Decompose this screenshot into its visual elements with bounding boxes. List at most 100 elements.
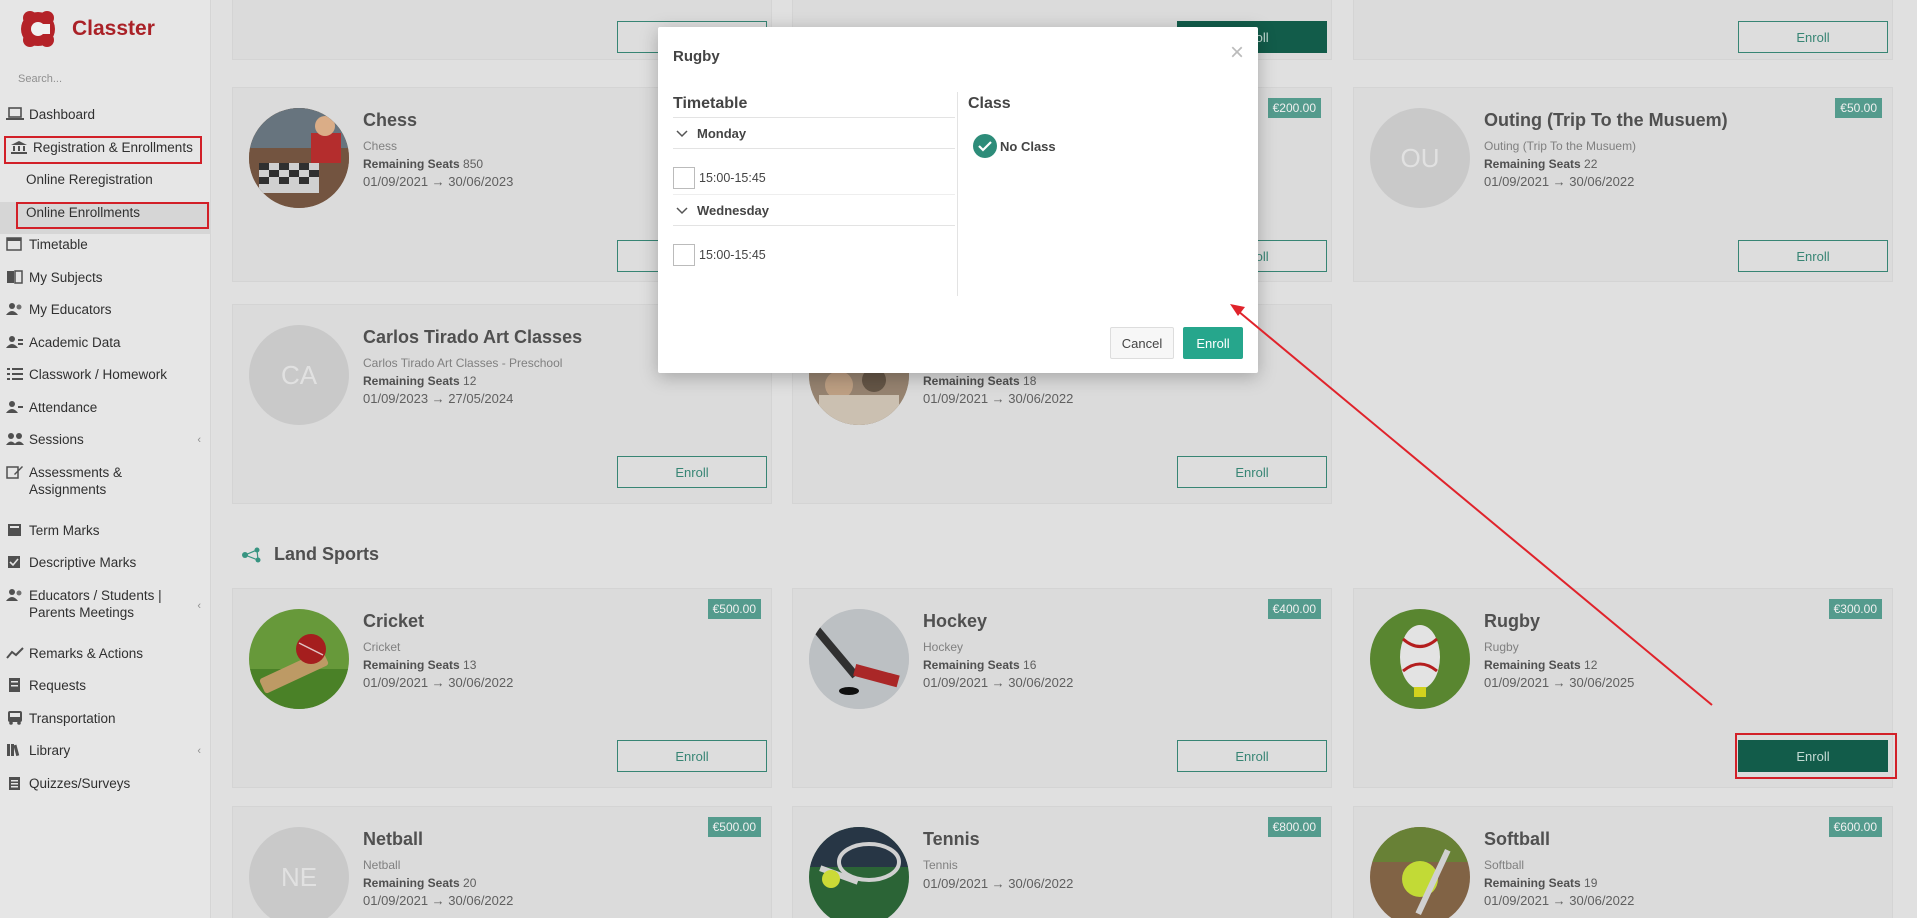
enroll-button[interactable]: Enroll: [617, 740, 767, 772]
modal-enroll-button[interactable]: Enroll: [1183, 327, 1243, 359]
enroll-button[interactable]: Enroll: [1177, 456, 1327, 488]
initials-avatar: NE: [249, 827, 349, 918]
remaining-seats: Remaining Seats 13: [363, 658, 476, 672]
remaining-seats-label: Remaining Seats: [1484, 658, 1581, 672]
course-title: Netball: [363, 829, 424, 849]
course-dates: 01/09/2021 → 30/06/2022: [363, 893, 514, 908]
course-dates: 01/09/2021 → 30/06/2022: [923, 876, 1074, 891]
sidebar: Classter Search... Dashboard Registratio…: [0, 0, 211, 918]
user-check-icon: [6, 400, 23, 413]
search-input[interactable]: Search...: [18, 73, 62, 85]
course-dates: 01/09/2023 → 27/05/2024: [363, 391, 514, 406]
enroll-button[interactable]: Enroll: [1738, 240, 1888, 272]
price-badge: €500.00: [707, 599, 761, 619]
sidebar-item-classwork[interactable]: Classwork / Homework: [0, 364, 211, 397]
laptop-icon: [6, 107, 24, 120]
highlight-registration: [4, 136, 202, 164]
rugby-image: [1370, 609, 1470, 709]
sidebar-item-sessions[interactable]: Sessions ‹: [0, 429, 211, 462]
highlight-online-enrollments: [16, 202, 209, 229]
calendar-icon: [6, 237, 22, 251]
user-card-icon: [6, 335, 23, 348]
sidebar-item-dashboard[interactable]: Dashboard: [0, 104, 211, 137]
sidebar-item-my-subjects[interactable]: My Subjects: [0, 267, 211, 300]
enroll-button[interactable]: Enroll: [1177, 740, 1327, 772]
course-dates: 01/09/2021 → 30/06/2022: [1484, 174, 1635, 189]
timeslot-label: 15:00-15:45: [699, 170, 766, 185]
price-badge: €600.00: [1828, 817, 1882, 837]
sidebar-item-quizzes[interactable]: Quizzes/Surveys: [0, 773, 211, 806]
price-badge: €500.00: [707, 817, 761, 837]
sidebar-item-descriptive-marks[interactable]: Descriptive Marks: [0, 552, 211, 585]
sidebar-item-label: Descriptive Marks: [29, 555, 137, 570]
enroll-button[interactable]: Enroll: [1738, 21, 1888, 53]
document-icon: [9, 678, 20, 692]
course-subtitle: Cricket: [363, 640, 401, 654]
day-group-wednesday[interactable]: Wednesday: [673, 195, 955, 226]
users-icon: [6, 588, 22, 601]
sidebar-item-online-reregistration[interactable]: Online Reregistration: [0, 169, 211, 202]
sidebar-item-label: Requests: [29, 678, 87, 693]
sidebar-item-label: My Subjects: [29, 269, 103, 285]
sidebar-item-attendance[interactable]: Attendance: [0, 397, 211, 430]
price-badge: €300.00: [1828, 599, 1882, 619]
course-card-cricket: Cricket Cricket Remaining Seats 13 01/09…: [232, 588, 772, 788]
remaining-seats-value: 18: [1023, 374, 1037, 388]
remaining-seats-value: 12: [1584, 658, 1598, 672]
cricket-image: [249, 609, 349, 709]
clipboard-icon: [9, 776, 20, 790]
remaining-seats-value: 16: [1023, 658, 1037, 672]
chart-line-icon: [6, 646, 24, 659]
logo[interactable]: Classter: [18, 8, 155, 50]
remaining-seats: Remaining Seats 12: [1484, 658, 1597, 672]
close-icon[interactable]: ×: [1230, 41, 1244, 65]
course-subtitle: Hockey: [923, 640, 964, 654]
course-title: Hockey: [923, 611, 988, 631]
course-subtitle: Tennis: [923, 858, 958, 872]
course-card-outing: OU Outing (Trip To the Musuem) Outing (T…: [1353, 87, 1893, 282]
course-subtitle: Softball: [1484, 858, 1525, 872]
sidebar-item-remarks[interactable]: Remarks & Actions: [0, 643, 211, 676]
book-icon: [7, 269, 23, 284]
library-icon: [7, 744, 20, 757]
timeslot-checkbox[interactable]: [673, 244, 695, 266]
sidebar-item-assessments[interactable]: Assessments & Assignments: [0, 462, 211, 520]
sidebar-item-my-educators[interactable]: My Educators: [0, 299, 211, 332]
sidebar-item-requests[interactable]: Requests: [0, 675, 211, 708]
cancel-button[interactable]: Cancel: [1110, 327, 1174, 359]
sidebar-item-label: Remarks & Actions: [29, 645, 144, 661]
book-icon: [8, 523, 21, 536]
sidebar-item-label: Timetable: [29, 237, 88, 252]
sidebar-item-label: Sessions: [29, 432, 84, 447]
remaining-seats-label: Remaining Seats: [923, 374, 1020, 388]
remaining-seats-value: 22: [1584, 157, 1598, 171]
remaining-seats: Remaining Seats 19: [1484, 876, 1597, 890]
chess-image: [249, 108, 349, 208]
sidebar-item-label: My Educators: [29, 302, 112, 317]
sidebar-item-label: Transportation: [29, 710, 116, 726]
timeslot-checkbox[interactable]: [673, 166, 695, 189]
check-circle-icon: [973, 134, 997, 158]
remaining-seats-label: Remaining Seats: [363, 658, 460, 672]
sidebar-item-term-marks[interactable]: Term Marks: [0, 520, 211, 553]
course-card: Enroll: [1353, 0, 1893, 60]
remaining-seats-value: 20: [463, 876, 477, 890]
initials-avatar: OU: [1370, 108, 1470, 208]
sidebar-item-meetings[interactable]: Educators / Students | Parents Meetings …: [0, 585, 211, 643]
sidebar-item-label: Attendance: [29, 399, 98, 415]
day-group-monday[interactable]: Monday: [673, 118, 955, 149]
enroll-button[interactable]: Enroll: [617, 456, 767, 488]
course-title: Chess: [363, 110, 418, 130]
initials-avatar: CA: [249, 325, 349, 425]
sidebar-item-library[interactable]: Library ‹: [0, 740, 211, 773]
remaining-seats-value: 12: [463, 374, 477, 388]
class-option-no-class[interactable]: No Class: [973, 134, 1238, 158]
users-icon: [6, 303, 22, 315]
sidebar-item-timetable[interactable]: Timetable: [0, 234, 211, 267]
chevron-left-icon: ‹: [197, 434, 201, 446]
remaining-seats-label: Remaining Seats: [363, 157, 460, 171]
sidebar-item-transportation[interactable]: Transportation: [0, 708, 211, 741]
sidebar-item-academic-data[interactable]: Academic Data: [0, 332, 211, 365]
timeslot-row: 15:00-15:45: [673, 226, 955, 272]
highlight-rugby-enroll: [1735, 733, 1897, 779]
